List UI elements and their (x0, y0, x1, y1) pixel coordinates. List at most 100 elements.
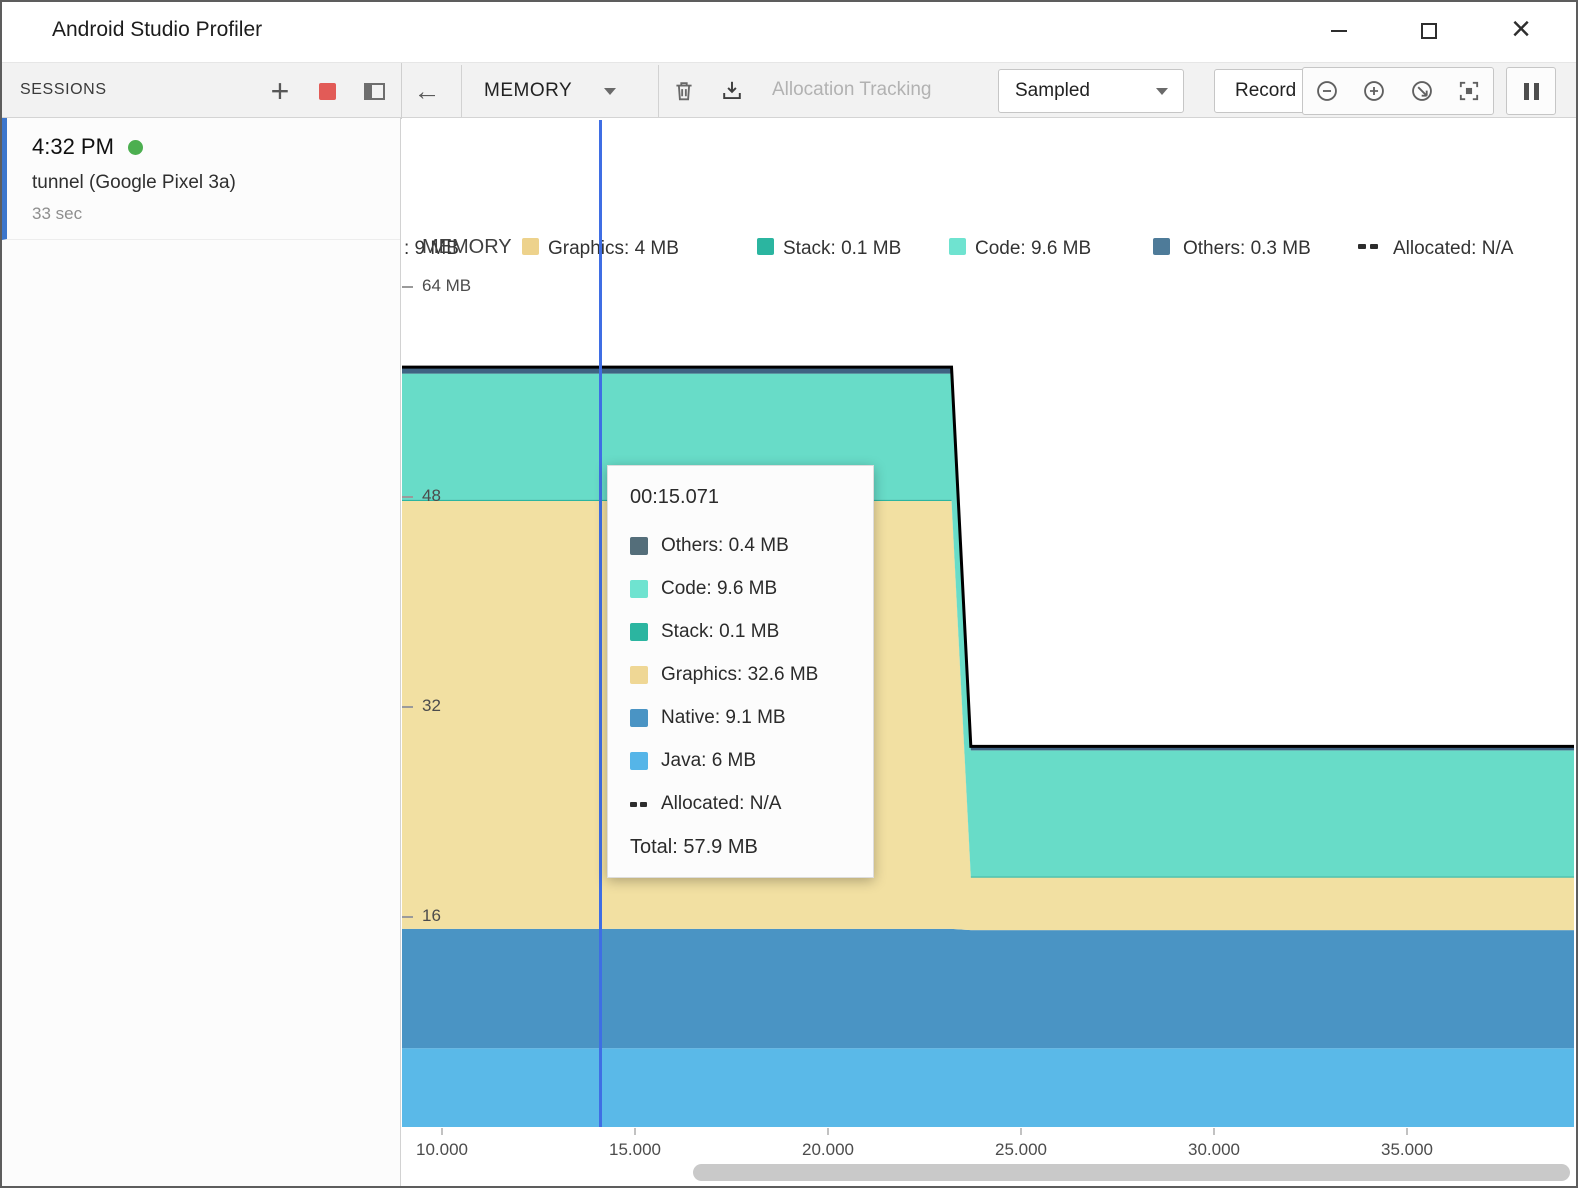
memory-section-label: MEMORY (422, 236, 512, 259)
legend-swatch-graphics (522, 238, 539, 255)
reset-zoom-icon (1410, 79, 1434, 103)
legend-dashed-swatch-allocated (1358, 244, 1378, 249)
legend-label-allocated: Allocated: N/A (1393, 238, 1513, 260)
legend-swatch-others (1153, 238, 1170, 255)
legend-swatch-code (949, 238, 966, 255)
tooltip-label-native: Native: 9.1 MB (661, 707, 786, 729)
x-tick-mark (1020, 1128, 1022, 1135)
zoom-in-button[interactable] (1352, 69, 1396, 113)
add-session-button[interactable]: + (260, 71, 300, 111)
x-tick-label: 10.000 (416, 1140, 468, 1160)
memory-legend: : 9 MB MEMORY Graphics: 4 MBStack: 0.1 M… (402, 235, 1576, 265)
memory-stacked-area-chart[interactable] (402, 118, 1574, 1128)
profiler-window: Android Studio Profiler × SESSIONS + ← M… (0, 0, 1578, 1188)
stage-selector-dropdown[interactable]: MEMORY (484, 71, 616, 111)
tooltip-row-java: Java: 6 MB (630, 750, 851, 772)
download-into-tray-icon (719, 78, 745, 104)
tooltip-label-others: Others: 0.4 MB (661, 535, 789, 557)
y-tick-label: 32 (422, 696, 441, 716)
zoom-to-selection-button[interactable] (1447, 69, 1491, 113)
sessions-panel: 4:32 PM tunnel (Google Pixel 3a) 33 sec (2, 118, 401, 1186)
legend-label-code: Code: 9.6 MB (975, 238, 1091, 260)
toolbar: SESSIONS + ← MEMORY Allocation Tracking … (2, 62, 1576, 118)
allocation-tracking-label: Allocation Tracking (772, 79, 931, 101)
tooltip-swatch-native (630, 709, 648, 727)
legend-label-graphics: Graphics: 4 MB (548, 238, 679, 260)
close-icon: × (1511, 12, 1531, 46)
zoom-in-icon (1362, 79, 1386, 103)
tooltip-row-code: Code: 9.6 MB (630, 578, 851, 600)
close-button[interactable]: × (1495, 2, 1547, 60)
session-device: tunnel (Google Pixel 3a) (32, 172, 400, 194)
tooltip-swatch-graphics (630, 666, 648, 684)
record-button-label: Record (1235, 80, 1296, 102)
tooltip-row-graphics: Graphics: 32.6 MB (630, 664, 851, 686)
zoom-out-button[interactable] (1305, 69, 1349, 113)
timeline-cursor[interactable] (599, 120, 602, 1127)
tooltip-label-graphics: Graphics: 32.6 MB (661, 664, 818, 686)
tooltip-label-code: Code: 9.6 MB (661, 578, 777, 600)
reset-zoom-button[interactable] (1400, 69, 1444, 113)
chevron-down-icon (604, 88, 616, 95)
session-duration: 33 sec (32, 204, 400, 224)
x-tick-mark (441, 1128, 443, 1135)
back-button[interactable]: ← (406, 71, 448, 111)
session-time: 4:32 PM (32, 134, 114, 160)
zoom-controls (1302, 67, 1494, 115)
tooltip-swatch-others (630, 537, 648, 555)
minimize-icon (1331, 30, 1347, 32)
maximize-button[interactable] (1403, 2, 1455, 60)
pause-icon (1524, 83, 1539, 100)
legend-label-others: Others: 0.3 MB (1183, 238, 1311, 260)
heap-dump-button[interactable] (713, 71, 751, 111)
sessions-header: SESSIONS (20, 81, 107, 99)
session-live-dot (128, 140, 143, 155)
minimize-button[interactable] (1313, 2, 1365, 60)
memory-area-java (402, 1048, 1574, 1127)
tooltip-swatch-java (630, 752, 648, 770)
memory-timeline[interactable]: : 9 MB MEMORY Graphics: 4 MBStack: 0.1 M… (402, 118, 1576, 1186)
divider (401, 63, 402, 119)
tooltip-label-java: Java: 6 MB (661, 750, 756, 772)
y-tick-mark (402, 706, 413, 708)
tooltip-swatch-stack (630, 623, 648, 641)
horizontal-scrollbar-thumb[interactable] (693, 1164, 1570, 1181)
tooltip-label-stack: Stack: 0.1 MB (661, 621, 779, 643)
tooltip-swatch-code (630, 580, 648, 598)
x-tick-label: 25.000 (995, 1140, 1047, 1160)
sampling-mode-value: Sampled (1015, 80, 1090, 102)
collapse-panel-button[interactable] (354, 71, 394, 111)
sampling-mode-dropdown[interactable]: Sampled (998, 69, 1184, 113)
force-gc-button[interactable] (665, 71, 703, 111)
y-tick-label: 16 (422, 906, 441, 926)
y-tick-label: 64 MB (422, 276, 471, 296)
tooltip-label-allocated: Allocated: N/A (661, 793, 781, 815)
tooltip-row-native: Native: 9.1 MB (630, 707, 851, 729)
trash-icon (671, 78, 697, 104)
x-tick-label: 20.000 (802, 1140, 854, 1160)
memory-tooltip: 00:15.071 Others: 0.4 MB Code: 9.6 MB Stac… (607, 465, 874, 878)
x-tick-label: 30.000 (1188, 1140, 1240, 1160)
legend-swatch-stack (757, 238, 774, 255)
x-tick-mark (827, 1128, 829, 1135)
legend-label-stack: Stack: 0.1 MB (783, 238, 901, 260)
x-tick-mark (634, 1128, 636, 1135)
frame-selection-icon (1457, 79, 1481, 103)
maximize-icon (1421, 23, 1437, 39)
x-tick-mark (1406, 1128, 1408, 1135)
tooltip-time: 00:15.071 (630, 486, 851, 509)
y-tick-label: 48 (422, 486, 441, 506)
time-axis: 10.00015.00020.00025.00030.00035.000 (402, 1128, 1576, 1164)
titlebar: Android Studio Profiler × (2, 2, 1576, 62)
memory-area-native (402, 929, 1574, 1048)
pause-live-button[interactable] (1506, 67, 1556, 115)
x-tick-label: 15.000 (609, 1140, 661, 1160)
divider (461, 65, 462, 117)
x-tick-mark (1213, 1128, 1215, 1135)
stop-session-button[interactable] (307, 71, 347, 111)
session-item[interactable]: 4:32 PM tunnel (Google Pixel 3a) 33 sec (2, 118, 400, 240)
stage-selector-label: MEMORY (484, 80, 572, 102)
tooltip-row-allocated: Allocated: N/A (630, 793, 851, 815)
y-tick-mark (402, 286, 413, 288)
tooltip-dashed-swatch (630, 802, 648, 807)
